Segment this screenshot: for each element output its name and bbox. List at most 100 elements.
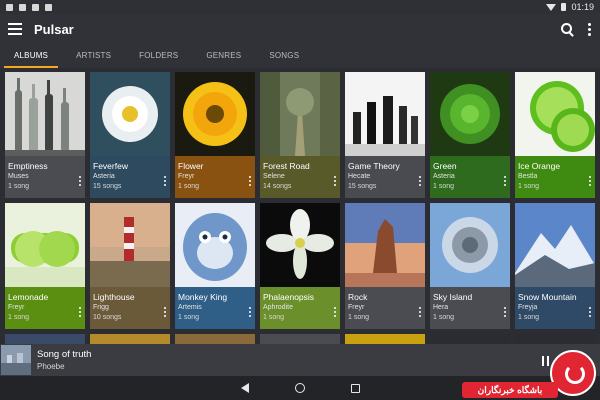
notification-icon [6,3,13,11]
album-title: Sky Island [433,292,473,302]
album-more-icon[interactable] [79,176,82,186]
album-card[interactable]: Lemonade Freyr 1 song [5,203,85,329]
wifi-icon [546,3,557,11]
now-playing-artist: Phoebe [37,362,65,371]
album-info: Emptiness Muses 1 song [5,156,85,198]
search-icon[interactable] [561,22,574,36]
album-title: Snow Mountain [518,292,577,302]
album-card-partial[interactable] [345,334,425,344]
album-card[interactable]: Sky Island Hera 1 song [430,203,510,329]
album-more-icon[interactable] [419,176,422,186]
menu-icon[interactable] [8,23,22,35]
album-card[interactable]: Lighthouse Frigg 10 songs [90,203,170,329]
tab-artists[interactable]: ARTISTS [62,44,125,68]
battery-icon [561,3,567,11]
status-notification-icons [6,3,52,11]
album-song-count: 1 song [518,183,540,190]
album-song-count: 1 song [518,314,540,321]
album-card-partial[interactable] [430,334,510,344]
album-song-count: 15 songs [348,183,377,190]
album-more-icon[interactable] [334,176,337,186]
album-more-icon[interactable] [589,307,592,317]
album-card[interactable]: Emptiness Muses 1 song [5,72,85,198]
tab-albums[interactable]: ALBUMS [0,44,62,68]
album-card[interactable]: Green Asteria 1 song [430,72,510,198]
album-art [345,72,425,156]
home-icon[interactable] [294,383,305,393]
album-artist: Freyja [518,304,538,311]
album-info: Rock Freyr 1 song [345,287,425,329]
album-info: Lemonade Freyr 1 song [5,287,85,329]
tab-folders[interactable]: FOLDERS [125,44,192,68]
album-card[interactable]: Flower Freyr 1 song [175,72,255,198]
album-artist: Freyr [8,304,25,311]
album-song-count: 1 song [178,314,200,321]
album-more-icon[interactable] [419,307,422,317]
bottles-art [5,72,85,156]
album-more-icon[interactable] [164,307,167,317]
app-screen: 01:19 Pulsar ALBUMS ARTISTS FOLDERS GENR… [0,0,600,400]
album-more-icon[interactable] [249,176,252,186]
album-more-icon[interactable] [504,307,507,317]
tab-songs[interactable]: SONGS [255,44,313,68]
album-art [430,203,510,287]
album-card[interactable]: Rock Freyr 1 song [345,203,425,329]
album-song-count: 10 songs [93,314,122,321]
album-title: Game Theory [348,161,400,171]
sky-island-art [430,203,510,287]
album-art [515,203,595,287]
album-art [260,72,340,156]
album-card[interactable]: Monkey King Artemis 1 song [175,203,255,329]
album-art [345,203,425,287]
album-card-partial[interactable] [260,334,340,344]
album-info: Sky Island Hera 1 song [430,287,510,329]
album-more-icon[interactable] [249,307,252,317]
album-info: Forest Road Selene 14 songs [260,156,340,198]
album-card-partial[interactable] [175,334,255,344]
album-card-partial[interactable] [90,334,170,344]
album-card[interactable]: Game Theory Hecate 15 songs [345,72,425,198]
album-card[interactable]: Ice Orange Bestla 1 song [515,72,595,198]
forest-art [260,72,340,156]
album-artist: Artemis [178,304,202,311]
album-more-icon[interactable] [589,176,592,186]
album-more-icon[interactable] [79,307,82,317]
album-info: Phalaenopsis Aphrodite 1 song [260,287,340,329]
recent-apps-icon[interactable] [350,383,360,393]
album-card-partial[interactable] [515,334,595,344]
album-title: Emptiness [8,161,48,171]
status-time: 01:19 [571,2,594,12]
album-info: Feverfew Asteria 15 songs [90,156,170,198]
album-more-icon[interactable] [164,176,167,186]
album-card[interactable]: Feverfew Asteria 15 songs [90,72,170,198]
album-more-icon[interactable] [334,307,337,317]
back-icon[interactable] [240,383,249,393]
album-art [430,72,510,156]
album-art [175,203,255,287]
album-card[interactable]: Snow Mountain Freyja 1 song [515,203,595,329]
chess-art [345,72,425,156]
album-song-count: 1 song [178,183,200,190]
album-song-count: 15 songs [93,183,122,190]
album-artist: Freyr [348,304,365,311]
album-card[interactable]: Forest Road Selene 14 songs [260,72,340,198]
album-art [515,72,595,156]
tab-genres[interactable]: GENRES [192,44,255,68]
album-song-count: 1 song [8,183,30,190]
album-song-count: 14 songs [263,183,292,190]
album-title: Lighthouse [93,292,135,302]
album-artist: Aphrodite [263,304,293,311]
album-more-icon[interactable] [504,176,507,186]
album-info: Monkey King Artemis 1 song [175,287,255,329]
album-title: Ice Orange [518,161,561,171]
lime-art [515,72,595,156]
album-art [175,72,255,156]
sunflower-art [175,72,255,156]
album-card[interactable]: Phalaenopsis Aphrodite 1 song [260,203,340,329]
android-icon [19,3,26,11]
album-artist: Muses [8,173,29,180]
album-card-partial[interactable] [5,334,85,344]
album-art [5,72,85,156]
album-song-count: 1 song [348,314,370,321]
more-options-icon[interactable] [588,22,592,36]
